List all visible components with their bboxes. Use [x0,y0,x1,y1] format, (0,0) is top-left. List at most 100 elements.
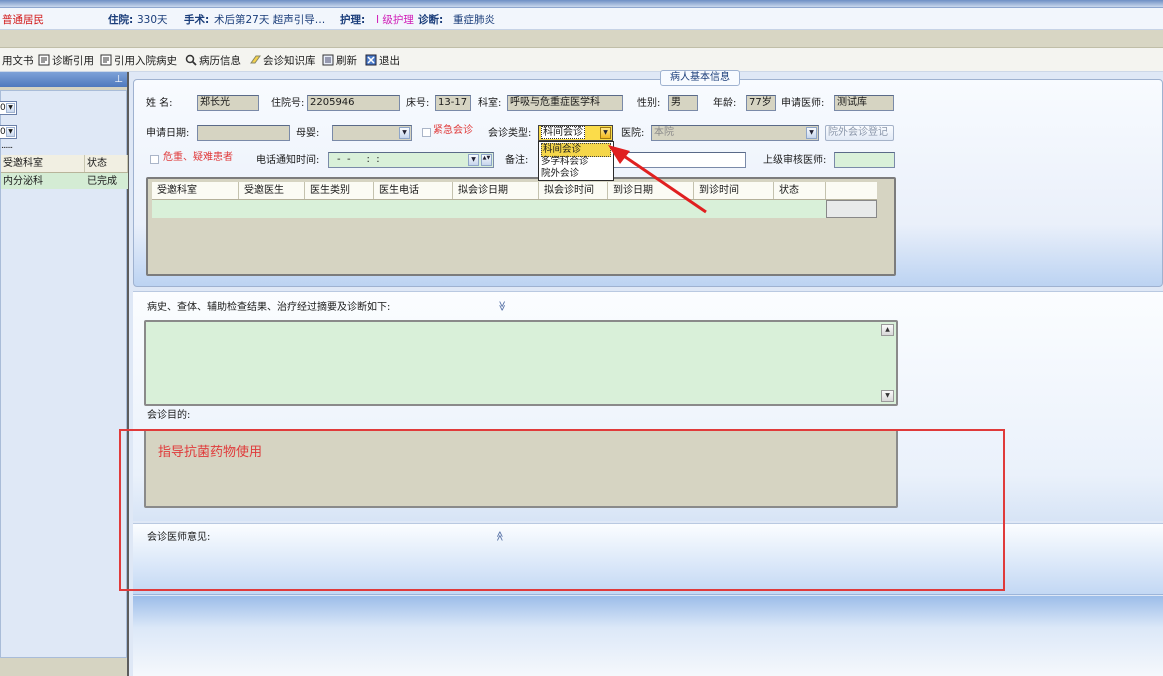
separator-band [0,30,1163,48]
table-row[interactable] [152,200,877,218]
grid-col: 医生电话 [374,182,453,199]
col-dept: 受邀科室 [1,155,85,172]
dropdown-option-outside[interactable]: 院外会诊 [541,168,579,180]
remark-label: 备注: [505,155,529,166]
surgery-value: 术后第27天 超声引导… [214,14,326,26]
consult-type-combo[interactable]: 科间会诊 ▼ [538,125,613,141]
apply-date-field[interactable] [197,125,290,141]
grid-col: 拟会诊时间 [539,182,608,199]
chevron-down-icon[interactable]: ▼ [806,127,817,139]
exit-icon [365,54,377,66]
spin-icon[interactable]: ▲▼ [481,154,492,166]
age-label: 年龄: [713,98,737,109]
name-field[interactable]: 郑长光 [197,95,259,111]
left-combo-1-value: 0 [0,103,6,113]
bed-field[interactable]: 13-17 [435,95,471,111]
toolbar-exit-label: 退出 [379,54,400,67]
dept-field[interactable]: 呼吸与危重症医学科 [507,95,623,111]
nursing-label: 护理: [340,14,366,26]
left-panel-header: ⊥ [0,72,127,87]
chevron-down-icon[interactable]: ▼ [600,127,611,139]
refresh-icon [322,54,334,66]
scroll-up-icon[interactable]: ▲ [881,324,894,336]
row-status: 已完成 [87,176,117,187]
phone-time-field[interactable]: - - : : ▼ ▲▼ [328,152,494,168]
grid-col: 医生类别 [305,182,374,199]
outside-consult-register-button[interactable]: 院外会诊登记 [825,125,894,141]
grid-header: 受邀科室 受邀医生 医生类别 医生电话 拟会诊日期 拟会诊时间 到诊日期 到诊时… [152,182,877,200]
grid-row-cells [152,200,826,218]
diagnosis-label: 诊断: [418,14,444,26]
section-title: 病人基本信息 [660,70,740,86]
purpose-label: 会诊目的: [147,410,191,421]
infant-label: 母婴: [296,128,320,139]
superior-field[interactable] [834,152,895,168]
annotation-highlight-box [119,429,1005,591]
admission-no-label: 住院号: [271,98,305,109]
diagnosis-value: 重症肺炎 [453,14,495,26]
search-icon [185,54,197,66]
toolbar-diagnosis-import-label: 诊断引用 [52,54,94,67]
history-textarea[interactable]: ▲ ▼ [144,320,898,406]
toolbar-exit-button[interactable]: 退出 [365,53,400,67]
history-label: 病史、查体、辅助检查结果、治疗经过摘要及诊断如下: [147,302,391,313]
chevron-down-icon[interactable]: ▼ [6,103,15,113]
toolbar-refresh-button[interactable]: 刷新 [322,53,357,67]
stay-value: 330天 [137,14,168,26]
urgent-checkbox[interactable] [422,128,431,137]
import-icon [38,54,50,66]
toolbar-diagnosis-import-button[interactable]: 诊断引用 [38,53,94,67]
applicant-field[interactable]: 测试库 [834,95,894,111]
infant-combo[interactable]: ▼ [332,125,412,141]
toolbar-document-label: 用文书 [2,54,34,67]
left-combo-2[interactable]: 0 ▼ [0,125,17,139]
toolbar-record-info-button[interactable]: 病历信息 [185,53,241,67]
scroll-down-icon[interactable]: ▼ [881,390,894,402]
invited-doctor-grid: 受邀科室 受邀医生 医生类别 医生电话 拟会诊日期 拟会诊时间 到诊日期 到诊时… [146,177,896,276]
toolbar-document-button[interactable]: 用文书 [2,53,34,67]
admission-no-field[interactable]: 2205946 [307,95,400,111]
annotation-arrow [608,145,707,214]
grid-col-extra [826,182,877,199]
chevron-down-icon[interactable]: ▼ [468,154,479,166]
grid-col: 受邀医生 [239,182,305,199]
age-field[interactable]: 77岁 [746,95,776,111]
consult-type-label: 会诊类型: [488,128,532,139]
grid-col: 状态 [774,182,826,199]
left-consult-table: 受邀科室 状态 内分泌科 已完成 [1,155,128,189]
grid-col: 拟会诊日期 [453,182,539,199]
critical-label: 危重、疑难患者 [163,152,233,163]
toolbar-admission-history-button[interactable]: 引用入院病史 [100,53,177,67]
toolbar-record-info-label: 病历信息 [199,54,241,67]
toolbar-admission-history-label: 引用入院病史 [114,54,177,67]
left-dots: ...... [1,141,13,151]
phone-time-value: - - : : [337,154,380,165]
hospital-combo[interactable]: 本院 ▼ [651,125,819,141]
toolbar-knowledge-base-label: 会诊知识库 [263,54,316,67]
window-top-strip [0,0,1163,8]
dropdown-option-multidisciplinary[interactable]: 多学科会诊 [541,156,589,168]
gender-label: 性别: [637,98,661,109]
left-panel-body: 0 ▼ 0 ▼ ...... 受邀科室 状态 内分泌科 已完成 [0,90,128,658]
pin-icon[interactable]: ⊥ [114,74,123,85]
applicant-label: 申请医师: [781,98,825,109]
toolbar-refresh-label: 刷新 [336,54,357,67]
left-combo-1[interactable]: 0 ▼ [0,101,17,115]
grid-row-button[interactable] [826,200,877,218]
superior-label: 上级审核医师: [763,155,827,166]
consult-type-value: 科间会诊 [541,126,585,139]
surgery-label: 手术: [184,14,210,26]
row-dept: 内分泌科 [3,176,43,187]
grid-col: 受邀科室 [152,182,239,199]
gender-field[interactable]: 男 [668,95,698,111]
chevron-down-icon[interactable]: ▼ [6,127,15,137]
toolbar-knowledge-base-button[interactable]: 会诊知识库 [249,53,316,67]
critical-checkbox[interactable] [150,155,159,164]
toolbar: 用文书 诊断引用 引用入院病史 病历信息 会诊知识库 刷新 退出 [0,48,1163,72]
left-panel: ⊥ 0 ▼ 0 ▼ ...... 受邀科室 状态 内分泌科 已完成 [0,72,129,676]
phone-time-label: 电话通知时间: [256,155,320,166]
chevron-down-icon[interactable]: ▼ [399,127,410,139]
table-row[interactable]: 内分泌科 已完成 [1,173,128,189]
collapse-icon[interactable]: ≫ [494,301,508,311]
hospital-label: 医院: [621,128,645,139]
